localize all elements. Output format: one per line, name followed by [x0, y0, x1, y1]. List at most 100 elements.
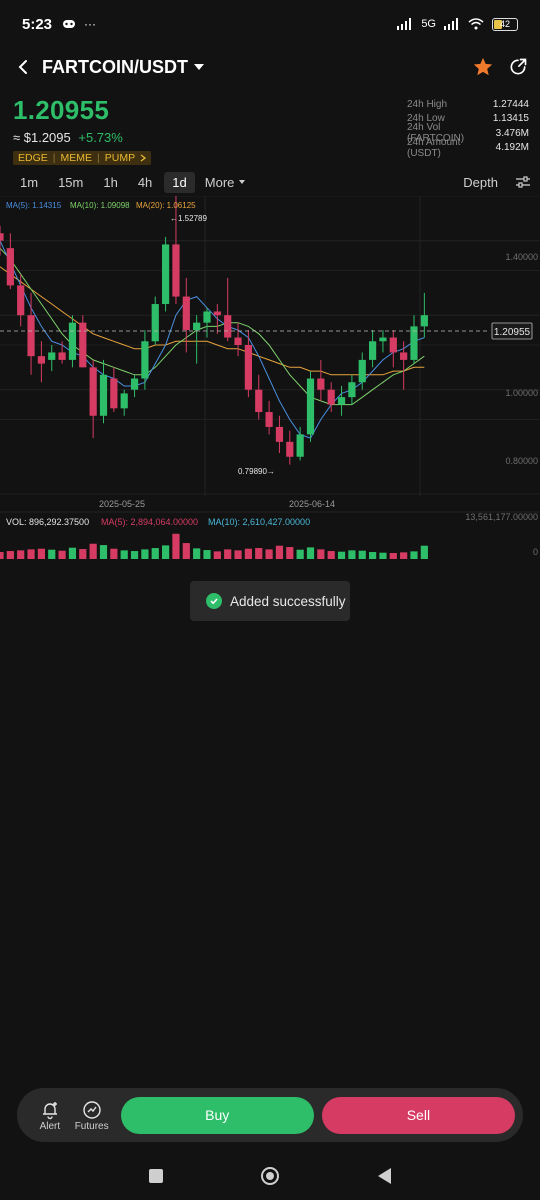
fiat-price: ≈ $1.2095	[13, 130, 71, 145]
toast-added: Added successfully	[190, 581, 350, 621]
candle-body	[6, 248, 14, 286]
candle-body	[410, 326, 418, 360]
candle-body	[369, 341, 377, 360]
kline-chart-svg[interactable]: 1.20955 MA(5): 1.14315 MA(10): 1.09098 M…	[0, 196, 540, 561]
date-label-0614: 2025-06-14	[289, 499, 335, 509]
volume-bar	[286, 547, 294, 559]
tag-edge: EDGE	[18, 152, 48, 164]
chart-settings-icon[interactable]	[516, 176, 530, 188]
volume-bar	[17, 550, 25, 559]
min-price-marker: 0.79890→	[238, 467, 275, 476]
buy-button[interactable]: Buy	[120, 1096, 314, 1134]
axis-label-0-8: 0.80000	[505, 456, 538, 466]
back-icon[interactable]	[12, 56, 34, 78]
candle-body	[337, 397, 346, 405]
candle-body	[99, 374, 108, 416]
candle-body	[265, 412, 273, 427]
more-intervals-dropdown[interactable]: More	[199, 172, 252, 193]
volume-bar	[224, 549, 232, 559]
sell-button[interactable]: Sell	[321, 1096, 515, 1134]
candle-body	[420, 315, 428, 327]
candle-body	[327, 389, 335, 405]
volume-bar	[162, 545, 170, 559]
volume-bar	[79, 549, 87, 559]
interval-1d[interactable]: 1d	[164, 171, 195, 193]
futures-button[interactable]: Futures	[75, 1099, 109, 1132]
recents-icon[interactable]	[149, 1169, 164, 1183]
kline-chart[interactable]: 1.20955 MA(5): 1.14315 MA(10): 1.09098 M…	[0, 196, 540, 561]
volume-bar	[151, 548, 159, 559]
max-price-marker: ←1.52789	[170, 214, 207, 223]
volume-bar	[110, 548, 118, 559]
candle-body	[172, 244, 180, 297]
candle-body	[48, 352, 56, 360]
vol-axis-zero: 0	[533, 547, 538, 557]
volume-bar	[172, 533, 180, 559]
bell-plus-icon	[42, 1101, 57, 1119]
nav-back-icon[interactable]	[377, 1168, 391, 1184]
candle-body	[400, 352, 408, 360]
interval-1m[interactable]: 1m	[12, 172, 46, 193]
price-block: 1.20955 ≈ $1.2095 +5.73% EDGE | MEME | P…	[13, 95, 152, 166]
game-controller-icon	[63, 20, 76, 28]
volume-bar	[141, 549, 149, 559]
tag-meme: MEME	[60, 152, 93, 164]
vol-ma10-legend: MA(10): 2,610,427.00000	[208, 517, 310, 527]
wifi-icon	[468, 18, 484, 30]
volume-bar	[348, 550, 356, 559]
ma10-legend: MA(10): 1.09098	[70, 201, 130, 210]
share-icon[interactable]	[508, 57, 528, 77]
interval-15m[interactable]: 15m	[50, 172, 91, 193]
last-price: 1.20955	[13, 95, 110, 125]
candle-body	[89, 367, 97, 416]
stat-24h-high: 24h High 1.27444	[407, 98, 529, 110]
volume-bar	[213, 551, 221, 559]
candle-body	[162, 244, 170, 305]
candle-body	[224, 315, 232, 338]
volume-bar	[296, 549, 304, 559]
candle-body	[0, 233, 4, 241]
volume-bar	[327, 551, 335, 559]
volume-bar	[48, 549, 56, 559]
candle-body	[234, 337, 242, 345]
candle-body	[68, 322, 77, 360]
vol-legend: VOL: 896,292.37500	[6, 517, 89, 527]
pair-title[interactable]: FARTCOIN/USDT	[42, 57, 188, 78]
home-icon[interactable]	[261, 1167, 280, 1185]
candle-body	[120, 393, 128, 409]
volume-bar	[400, 552, 408, 559]
tag-list[interactable]: EDGE | MEME | PUMP	[13, 151, 152, 165]
interval-4h[interactable]: 4h	[130, 172, 160, 193]
alert-label: Alert	[39, 1120, 61, 1132]
volume-bar	[255, 548, 263, 559]
battery-icon: 42	[492, 17, 518, 31]
favorite-star-icon[interactable]	[472, 56, 494, 78]
signal-icon-2	[444, 18, 458, 30]
vol-ma5-legend: MA(5): 2,894,064.00000	[101, 517, 198, 527]
chevron-right-icon	[140, 154, 147, 162]
candle-body	[255, 389, 263, 413]
futures-icon	[82, 1100, 101, 1119]
caret-down-icon[interactable]	[194, 64, 204, 70]
volume-bar	[203, 550, 211, 559]
volume-bar	[420, 545, 428, 559]
system-nav-bar	[0, 1152, 540, 1200]
volume-bar	[130, 551, 139, 559]
volume-bar	[58, 550, 66, 559]
volume-bar	[68, 547, 77, 559]
axis-label-1-4: 1.40000	[505, 252, 538, 262]
depth-tab[interactable]: Depth	[463, 175, 498, 190]
volume-bar	[369, 552, 377, 559]
pair-header: FARTCOIN/USDT	[0, 50, 540, 84]
stats-panel: 24h High 1.27444 24h Low 1.13415 24h Vol (…	[407, 97, 529, 159]
alert-button[interactable]: Alert	[33, 1099, 67, 1132]
interval-1h[interactable]: 1h	[95, 172, 125, 193]
candle-body	[79, 322, 87, 368]
candle-body	[130, 378, 139, 390]
status-time: 5:23	[22, 15, 53, 33]
volume-bar	[379, 552, 387, 559]
candle-body	[141, 341, 149, 379]
interval-tabs: 1m 15m 1h 4h 1d More Depth	[12, 170, 530, 194]
volume-bar	[306, 547, 315, 559]
volume-bar	[6, 551, 14, 559]
